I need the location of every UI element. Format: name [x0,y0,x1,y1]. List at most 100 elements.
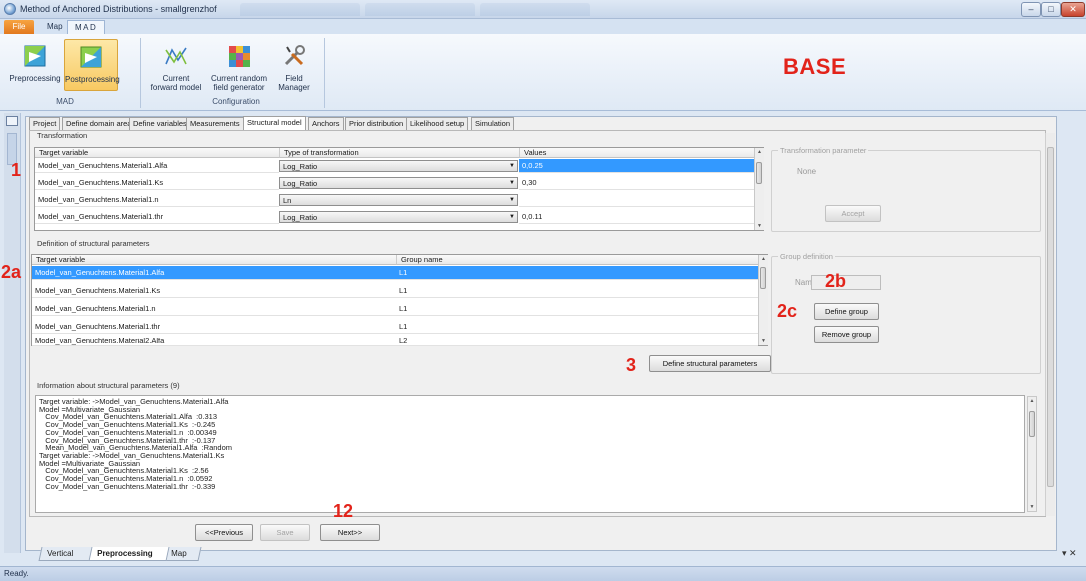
scroll-down-icon[interactable]: ▼ [1028,503,1036,511]
transformation-scrollbar[interactable]: ▲ ▼ [754,148,764,230]
background-window-tab [480,3,590,16]
group-name-cell[interactable]: L2 [396,338,758,346]
forward-model-label-2: forward model [150,83,202,92]
target-variable-cell[interactable]: Model_van_Genuchtens.Material1.thr [32,320,396,334]
current-random-field-generator-button[interactable]: Current random field generator [208,42,270,92]
column-header-values[interactable]: Values [519,148,754,158]
group-definition-legend: Group definition [778,252,835,261]
field-manager-button[interactable]: Field Manager [272,42,316,92]
structural-scrollbar[interactable]: ▲ ▼ [758,255,768,345]
structural-grid[interactable]: Target variable Group name Model_van_Gen… [31,254,768,346]
info-title: Information about structural parameters … [37,381,180,390]
field-manager-label-2: Manager [278,83,310,92]
random-field-icon [229,46,250,67]
random-field-label-2: field generator [213,83,265,92]
group-label-mad: MAD [56,97,74,106]
ribbon-separator [324,38,325,108]
target-variable-cell[interactable]: Model_van_Genuchtens.Material1.Alfa [32,266,396,280]
info-line: Cov_Model_van_Genuchtens.Material1.thr :… [39,481,216,491]
target-variable-cell[interactable]: Model_van_Genuchtens.Material1.n [32,302,396,316]
transformation-type-select[interactable]: Log_Ratio ▼ [279,211,518,223]
pin-icon[interactable] [6,116,18,126]
info-line: Target variable: ->Model_van_Genuchtens.… [39,397,229,406]
next-button[interactable]: Next>> [320,524,380,541]
chevron-down-icon[interactable]: ▼ [507,195,517,205]
scroll-up-icon[interactable]: ▲ [755,148,764,156]
scroll-up-icon[interactable]: ▲ [1028,397,1036,405]
tab-define-variables[interactable]: Define variables [129,117,191,130]
chevron-down-icon[interactable]: ▼ [507,212,517,222]
column-header-target[interactable]: Target variable [35,148,279,158]
postprocessing-icon [80,46,102,68]
define-group-button[interactable]: Define group [814,303,879,320]
scroll-thumb[interactable] [1029,411,1035,437]
tab-prior-distribution[interactable]: Prior distribution [345,117,408,130]
tab-structural-model[interactable]: Structural model [243,116,306,130]
tab-measurements[interactable]: Measurements [186,117,244,130]
annotation-3: 3 [626,355,637,375]
target-variable-cell[interactable]: Model_van_Genuchtens.Material1.Ks [32,284,396,298]
preprocessing-button[interactable]: Preprocessing [8,42,62,90]
structural-info-textbox[interactable]: Target variable: ->Model_van_Genuchtens.… [35,395,1025,513]
transformation-type-select[interactable]: Log_Ratio ▼ [279,160,518,172]
group-name-cell[interactable]: L1 [396,266,758,280]
tab-anchors[interactable]: Anchors [308,117,344,130]
previous-button[interactable]: <<Previous [195,524,253,541]
transformation-type-select[interactable]: Log_Ratio ▼ [279,177,518,189]
transformation-parameter-legend: Transformation parameter [778,146,869,155]
transformation-type-select[interactable]: Ln ▼ [279,194,518,206]
minimize-button[interactable]: – [1021,2,1041,17]
column-header-target[interactable]: Target variable [32,255,396,265]
tab-vertical[interactable]: Vertical [38,547,96,561]
close-button[interactable]: ✕ [1061,2,1085,17]
group-name-cell[interactable]: L1 [396,302,758,316]
remove-group-button[interactable]: Remove group [814,326,879,343]
tab-define-domain-area[interactable]: Define domain area [62,117,136,130]
target-variable-cell[interactable]: Model_van_Genuchtens.Material1.thr [35,210,279,224]
column-header-type[interactable]: Type of transformation [279,148,519,158]
target-variable-cell[interactable]: Model_van_Genuchtens.Material1.Alfa [35,159,279,173]
values-cell[interactable]: 0,0.25 [519,159,754,173]
maximize-button[interactable]: □ [1041,2,1061,17]
annotation-2b: 2b [825,271,847,291]
file-menu[interactable]: File [4,20,34,34]
info-line: Target variable: ->Model_van_Genuchtens.… [39,450,225,460]
field-manager-label-1: Field [285,74,303,83]
values-cell[interactable]: 0,0.11 [519,210,754,224]
save-button[interactable]: Save [260,524,310,541]
scroll-down-icon[interactable]: ▼ [759,337,768,345]
annotation-12: 12 [333,501,354,521]
chart-icon [165,47,187,65]
chevron-down-icon[interactable]: ▼ [507,161,517,171]
tab-simulation[interactable]: Simulation [471,117,515,130]
app-icon [4,3,16,15]
scroll-thumb[interactable] [756,162,762,184]
target-variable-cell[interactable]: Model_van_Genuchtens.Material2.Alfa [32,338,396,346]
scroll-up-icon[interactable]: ▲ [759,255,768,263]
scroll-thumb[interactable] [1047,147,1054,487]
accept-button[interactable]: Accept [825,205,881,222]
scroll-thumb[interactable] [760,267,766,289]
values-cell[interactable] [519,193,754,207]
page-scrollbar[interactable] [1045,133,1055,516]
tab-preprocessing[interactable]: Preprocessing [88,547,170,561]
chevron-down-icon[interactable]: ▼ [507,178,517,188]
ribbon-separator [140,38,141,108]
group-name-cell[interactable]: L1 [396,320,758,334]
tab-likelihood-setup[interactable]: Likelihood setup [406,117,469,130]
mad-menu[interactable]: MAD [67,20,106,34]
scroll-down-icon[interactable]: ▼ [755,222,764,230]
target-variable-cell[interactable]: Model_van_Genuchtens.Material1.n [35,193,279,207]
define-structural-parameters-button[interactable]: Define structural parameters [649,355,771,372]
info-scrollbar[interactable]: ▲ ▼ [1027,396,1037,512]
current-forward-model-button[interactable]: Current forward model [148,42,204,92]
transformation-grid[interactable]: Target variable Type of transformation V… [34,147,764,231]
panel-close-icon[interactable]: ▾ ✕ [1062,548,1077,559]
group-name-cell[interactable]: L1 [396,284,758,298]
target-variable-cell[interactable]: Model_van_Genuchtens.Material1.Ks [35,176,279,190]
values-cell[interactable]: 0,30 [519,176,754,190]
tab-project[interactable]: Project [29,117,61,130]
postprocessing-button[interactable]: Postprocessing [64,39,120,91]
map-menu[interactable]: Map [40,20,70,34]
column-header-group[interactable]: Group name [396,255,758,265]
